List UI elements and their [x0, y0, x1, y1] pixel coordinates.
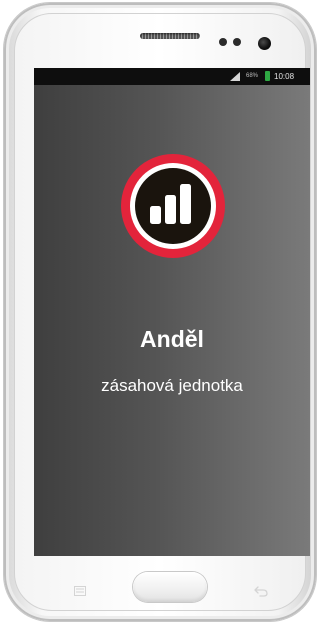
front-camera	[258, 37, 271, 50]
back-icon[interactable]	[254, 585, 268, 597]
screen: 68% 10:08 Anděl zásahová jednotka	[34, 68, 310, 556]
app-title: Anděl	[140, 326, 204, 352]
proximity-sensor	[219, 38, 227, 46]
app-logo-icon	[121, 154, 225, 258]
battery-percent: 68%	[246, 73, 259, 79]
battery-icon	[265, 71, 270, 81]
light-sensor	[233, 38, 241, 46]
status-bar: 68% 10:08	[34, 68, 310, 85]
signal-icon	[230, 72, 240, 81]
earpiece-speaker	[140, 33, 200, 39]
app-subtitle: zásahová jednotka	[101, 376, 243, 395]
home-button[interactable]	[133, 572, 207, 602]
menu-icon[interactable]	[74, 586, 86, 596]
status-time: 10:08	[274, 72, 295, 81]
